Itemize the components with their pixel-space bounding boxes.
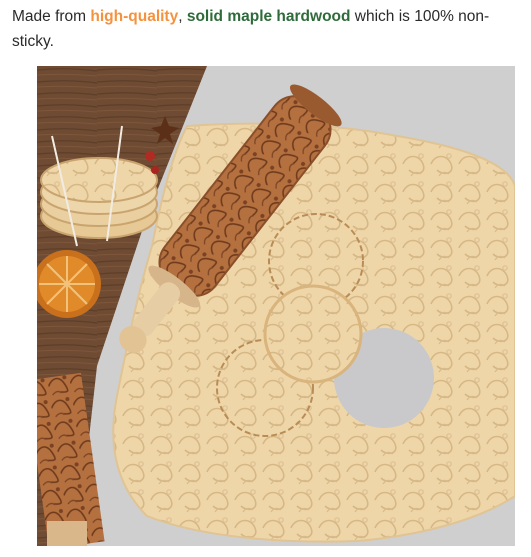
- description-separator: ,: [178, 8, 187, 25]
- highlight-solid-maple-hardwood: solid maple hardwood: [186, 8, 351, 25]
- berry: [151, 166, 159, 174]
- lifted-cookie: [263, 284, 363, 384]
- product-photo: [37, 66, 515, 546]
- product-description: Made from high-quality, solid maple hard…: [12, 4, 522, 54]
- highlight-high-quality: high-quality: [90, 8, 179, 25]
- description-prefix: Made from: [12, 8, 91, 25]
- berry: [145, 151, 155, 161]
